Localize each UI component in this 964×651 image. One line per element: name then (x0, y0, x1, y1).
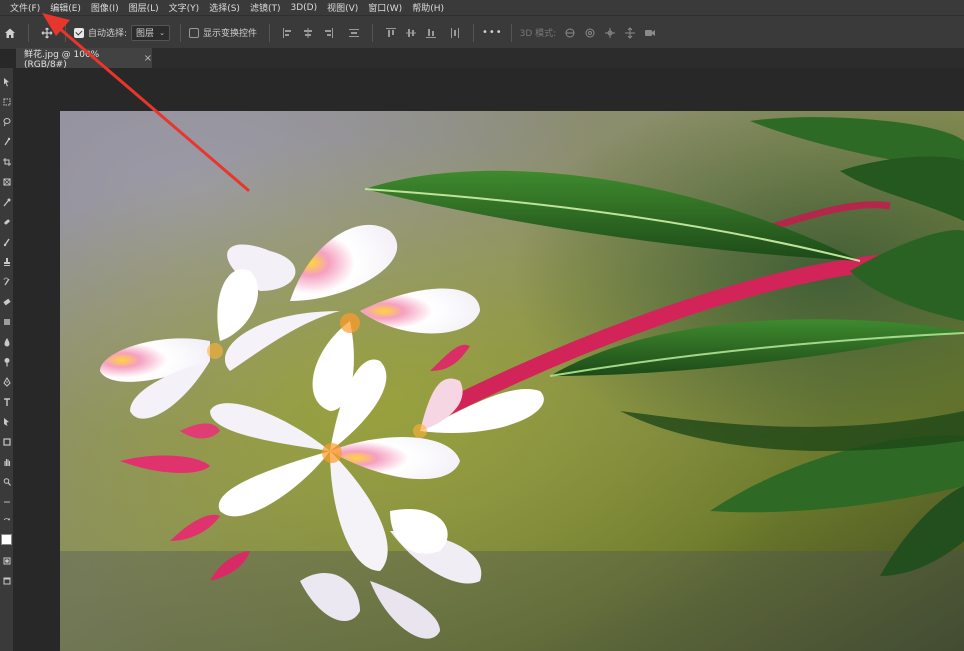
crop-tool-icon[interactable] (2, 154, 11, 170)
eyedropper-tool-icon[interactable] (2, 194, 11, 210)
menu-3d[interactable]: 3D(D) (285, 3, 322, 13)
move-icon[interactable] (39, 25, 55, 41)
distribute-vertical-icon[interactable] (447, 25, 463, 41)
3d-drag-icon[interactable] (602, 25, 618, 41)
zoom-tool-icon[interactable] (2, 474, 11, 490)
menu-type[interactable]: 文字(Y) (164, 1, 205, 14)
screen-mode-icon[interactable] (2, 573, 11, 589)
align-top-icon[interactable] (383, 25, 399, 41)
menu-help[interactable]: 帮助(H) (407, 1, 449, 14)
path-selection-tool-icon[interactable] (2, 414, 11, 430)
eraser-tool-icon[interactable] (2, 294, 11, 310)
align-center-icon[interactable] (300, 25, 316, 41)
align-middle-icon[interactable] (403, 25, 419, 41)
divider (268, 23, 270, 42)
options-bar: 自动选择: 图层 ⌄ 显示变换控件 ••• 3D 模式: (0, 15, 964, 50)
auto-select-checkbox[interactable] (74, 27, 84, 38)
divider (28, 23, 29, 42)
more-tools-icon[interactable] (2, 494, 11, 510)
lasso-tool-icon[interactable] (2, 114, 11, 130)
dodge-tool-icon[interactable] (2, 354, 11, 370)
3d-mode-label: 3D 模式: (519, 29, 557, 39)
layer-select-value: 图层 (136, 29, 155, 39)
menu-select[interactable]: 选择(S) (204, 1, 245, 14)
menu-edit[interactable]: 编辑(E) (45, 1, 86, 14)
divider (510, 23, 512, 42)
clone-stamp-tool-icon[interactable] (2, 254, 11, 270)
show-transform-label: 显示变换控件 (202, 29, 257, 39)
divider (65, 23, 66, 42)
brush-tool-icon[interactable] (2, 234, 11, 250)
menu-bar: 文件(F) 编辑(E) 图像(I) 图层(L) 文字(Y) 选择(S) 滤镜(T… (0, 0, 964, 15)
document-tab[interactable]: 鲜花.jpg @ 100%(RGB/8#) × (16, 48, 152, 70)
flower-photo[interactable] (60, 111, 964, 651)
menu-image[interactable]: 图像(I) (86, 1, 124, 14)
home-icon[interactable] (2, 25, 18, 41)
switch-colors-icon[interactable] (2, 514, 11, 530)
close-icon[interactable]: × (144, 53, 152, 64)
align-bottom-icon[interactable] (423, 25, 439, 41)
document-tab-bar: 鲜花.jpg @ 100%(RGB/8#) × (16, 48, 964, 70)
align-left-icon[interactable] (280, 25, 296, 41)
3d-slide-icon[interactable] (622, 25, 638, 41)
frame-tool-icon[interactable] (2, 174, 11, 190)
blur-tool-icon[interactable] (2, 334, 11, 350)
move-tool-icon[interactable] (2, 74, 11, 90)
menu-view[interactable]: 视图(V) (322, 1, 363, 14)
more-options-button[interactable]: ••• (482, 27, 503, 38)
3d-rotate-icon[interactable] (562, 25, 578, 41)
chevron-down-icon: ⌄ (159, 28, 165, 37)
document-tab-title: 鲜花.jpg @ 100%(RGB/8#) (24, 49, 100, 70)
foreground-color-swatch[interactable] (1, 534, 12, 545)
type-tool-icon[interactable] (2, 394, 11, 410)
divider (472, 23, 474, 42)
gradient-tool-icon[interactable] (2, 314, 11, 330)
healing-brush-tool-icon[interactable] (2, 214, 11, 230)
auto-select-label: 自动选择: (88, 29, 128, 39)
show-transform-checkbox[interactable] (188, 27, 199, 38)
menu-file[interactable]: 文件(F) (0, 1, 45, 14)
3d-camera-icon[interactable] (642, 25, 658, 41)
document-canvas[interactable] (16, 68, 964, 651)
divider (179, 23, 181, 42)
align-right-icon[interactable] (320, 25, 336, 41)
quick-select-tool-icon[interactable] (2, 134, 11, 150)
quick-mask-icon[interactable] (2, 553, 11, 569)
marquee-tool-icon[interactable] (2, 94, 11, 110)
divider (371, 23, 373, 42)
menu-layer[interactable]: 图层(L) (124, 1, 164, 14)
menu-filter[interactable]: 滤镜(T) (245, 1, 286, 14)
history-brush-tool-icon[interactable] (2, 274, 11, 290)
3d-roll-icon[interactable] (582, 25, 598, 41)
hand-tool-icon[interactable] (2, 454, 11, 470)
distribute-icon[interactable] (346, 25, 362, 41)
menu-window[interactable]: 窗口(W) (363, 1, 407, 14)
tools-panel (0, 68, 13, 651)
layer-select[interactable]: 图层 ⌄ (131, 24, 170, 41)
pen-tool-icon[interactable] (2, 374, 11, 390)
rectangle-tool-icon[interactable] (2, 434, 11, 450)
